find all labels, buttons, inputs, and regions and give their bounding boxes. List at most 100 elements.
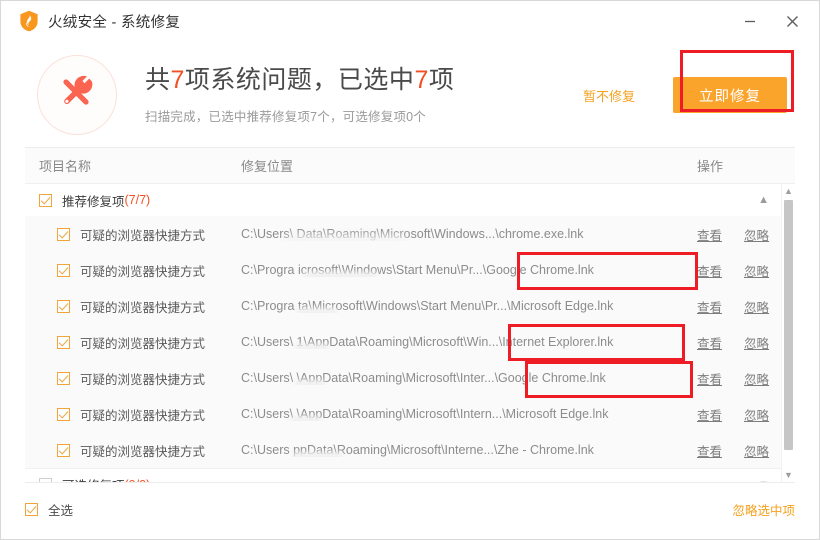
minimize-icon[interactable] <box>729 4 771 38</box>
select-all-label: 全选 <box>48 503 74 518</box>
row-path-text: C:\Users\ Data\Roaming\Microsoft\Windows… <box>241 227 584 241</box>
banner-text: 共7项系统问题，已选中7项 扫描完成，已选中推荐修复项7个，可选修复项0个 <box>145 65 583 124</box>
issues-list-panel: 项目名称 修复位置 操作 推荐修复项 (7/7) ▲ 可疑的浏览器快捷方式 C:\U… <box>25 147 795 483</box>
headline-middle: 项系统问题，已选中 <box>184 66 415 95</box>
row-name-cell: 可疑的浏览器快捷方式 <box>25 225 241 244</box>
row-path-text: C:\Users\ \AppData\Roaming\Microsoft\Int… <box>241 407 609 421</box>
view-link[interactable]: 查看 <box>697 297 722 316</box>
row-name-cell: 可疑的浏览器快捷方式 <box>25 369 241 388</box>
group-label-optional: 可选修复项 <box>62 475 125 482</box>
tools-wrench-screwdriver-icon <box>56 72 98 119</box>
row-path-text: C:\Users\ 1\AppData\Roaming\Microsoft\Wi… <box>241 335 614 349</box>
row-path-cell: C:\Users\ \AppData\Roaming\Microsoft\Int… <box>241 407 675 421</box>
view-link[interactable]: 查看 <box>697 333 722 352</box>
scroll-down-arrow-icon[interactable]: ▼ <box>782 468 795 482</box>
table-row[interactable]: 可疑的浏览器快捷方式 C:\Users\ \AppData\Roaming\Mic… <box>25 396 795 432</box>
table-row[interactable]: 可疑的浏览器快捷方式 C:\Users\ Data\Roaming\Microso… <box>25 216 795 252</box>
ignore-link[interactable]: 忽略 <box>744 297 769 316</box>
row-path-text: C:\Users\ \AppData\Roaming\Microsoft\Int… <box>241 371 606 385</box>
issues-rows: 可疑的浏览器快捷方式 C:\Users\ Data\Roaming\Microso… <box>25 216 795 468</box>
row-item-name: 可疑的浏览器快捷方式 <box>80 444 206 459</box>
row-checkbox[interactable] <box>57 443 70 457</box>
table-header-row: 项目名称 修复位置 操作 <box>25 148 795 184</box>
group-row-recommended[interactable]: 推荐修复项 (7/7) ▲ <box>25 184 795 216</box>
ignore-link[interactable]: 忽略 <box>744 369 769 388</box>
column-header-path: 修复位置 <box>241 159 294 174</box>
group-checkbox-optional[interactable] <box>39 478 52 482</box>
group-count-recommended: (7/7) <box>124 193 151 207</box>
page-title: 共7项系统问题，已选中7项 <box>145 65 583 96</box>
window-controls <box>729 1 813 41</box>
select-all-control[interactable]: 全选 <box>25 500 73 519</box>
row-path-text: C:\Progra icrosoft\Windows\Start Menu\Pr… <box>241 263 594 277</box>
chevron-up-icon[interactable]: ▲ <box>758 194 769 206</box>
view-link[interactable]: 查看 <box>697 225 722 244</box>
row-action-cell: 查看 忽略 <box>675 297 795 316</box>
group-row-optional[interactable]: 可选修复项(0/0) ▼ <box>25 468 795 482</box>
close-icon[interactable] <box>771 4 813 38</box>
group-label-recommended: 推荐修复项 <box>62 194 125 209</box>
row-action-cell: 查看 忽略 <box>675 333 795 352</box>
scroll-up-arrow-icon[interactable]: ▲ <box>782 184 795 198</box>
ignore-link[interactable]: 忽略 <box>744 441 769 460</box>
status-circle <box>37 55 117 135</box>
issues-scroll-area: 推荐修复项 (7/7) ▲ 可疑的浏览器快捷方式 C:\Users\ Data\Ro… <box>25 184 795 482</box>
chevron-down-icon[interactable]: ▼ <box>758 479 769 483</box>
row-path-text: C:\Users ppData\Roaming\Microsoft\Intern… <box>241 443 594 457</box>
row-name-cell: 可疑的浏览器快捷方式 <box>25 441 241 460</box>
fix-later-link[interactable]: 暂不修复 <box>583 86 635 105</box>
row-checkbox[interactable] <box>57 263 70 277</box>
row-checkbox[interactable] <box>57 227 70 241</box>
select-all-checkbox[interactable] <box>25 502 38 516</box>
row-item-name: 可疑的浏览器快捷方式 <box>80 228 206 243</box>
table-row[interactable]: 可疑的浏览器快捷方式 C:\Users ppData\Roaming\Micros… <box>25 432 795 468</box>
row-path-cell: C:\Progra icrosoft\Windows\Start Menu\Pr… <box>241 263 675 277</box>
table-row[interactable]: 可疑的浏览器快捷方式 C:\Progra ta\Microsoft\Windows… <box>25 288 795 324</box>
row-checkbox[interactable] <box>57 299 70 313</box>
row-action-cell: 查看 忽略 <box>675 369 795 388</box>
scrollbar-track[interactable] <box>782 198 795 468</box>
title-bar: 火绒安全 - 系统修复 <box>1 1 819 41</box>
group-checkbox-recommended[interactable] <box>39 193 52 207</box>
row-item-name: 可疑的浏览器快捷方式 <box>80 408 206 423</box>
fix-now-wrapper: 立即修复 <box>673 77 787 113</box>
row-action-cell: 查看 忽略 <box>675 261 795 280</box>
scrollbar-thumb[interactable] <box>784 200 793 450</box>
view-link[interactable]: 查看 <box>697 369 722 388</box>
ignore-link[interactable]: 忽略 <box>744 225 769 244</box>
row-checkbox[interactable] <box>57 335 70 349</box>
row-item-name: 可疑的浏览器快捷方式 <box>80 336 206 351</box>
ignore-link[interactable]: 忽略 <box>744 261 769 280</box>
banner-actions: 暂不修复 立即修复 <box>583 77 787 113</box>
headline-suffix: 项 <box>428 66 455 95</box>
headline-selected-count: 7 <box>414 66 429 95</box>
huorong-shield-logo-icon <box>19 10 39 32</box>
table-row[interactable]: 可疑的浏览器快捷方式 C:\Users\ 1\AppData\Roaming\Mi… <box>25 324 795 360</box>
row-item-name: 可疑的浏览器快捷方式 <box>80 372 206 387</box>
row-path-text: C:\Progra ta\Microsoft\Windows\Start Men… <box>241 299 614 313</box>
row-checkbox[interactable] <box>57 407 70 421</box>
row-path-cell: C:\Users ppData\Roaming\Microsoft\Intern… <box>241 443 675 457</box>
headline-prefix: 共 <box>145 66 171 95</box>
row-path-cell: C:\Users\ 1\AppData\Roaming\Microsoft\Wi… <box>241 335 675 349</box>
row-path-cell: C:\Users\ Data\Roaming\Microsoft\Windows… <box>241 227 675 241</box>
view-link[interactable]: 查看 <box>697 261 722 280</box>
row-path-cell: C:\Progra ta\Microsoft\Windows\Start Men… <box>241 299 675 313</box>
view-link[interactable]: 查看 <box>697 441 722 460</box>
table-row[interactable]: 可疑的浏览器快捷方式 C:\Users\ \AppData\Roaming\Mic… <box>25 360 795 396</box>
table-row[interactable]: 可疑的浏览器快捷方式 C:\Progra icrosoft\Windows\Sta… <box>25 252 795 288</box>
scan-summary-text: 扫描完成，已选中推荐修复项7个，可选修复项0个 <box>145 109 427 124</box>
app-window: 火绒安全 - 系统修复 共7项系统问题，已选中7项 扫描完成，已选中推荐修复项7… <box>0 0 820 540</box>
ignore-link[interactable]: 忽略 <box>744 405 769 424</box>
column-header-name: 项目名称 <box>39 159 92 174</box>
ignore-selected-link[interactable]: 忽略选中项 <box>732 500 795 519</box>
view-link[interactable]: 查看 <box>697 405 722 424</box>
row-name-cell: 可疑的浏览器快捷方式 <box>25 333 241 352</box>
row-name-cell: 可疑的浏览器快捷方式 <box>25 405 241 424</box>
row-checkbox[interactable] <box>57 371 70 385</box>
ignore-link[interactable]: 忽略 <box>744 333 769 352</box>
column-header-action: 操作 <box>697 159 724 174</box>
fix-now-button[interactable]: 立即修复 <box>673 77 787 113</box>
row-action-cell: 查看 忽略 <box>675 405 795 424</box>
vertical-scrollbar[interactable]: ▲ ▼ <box>781 184 795 482</box>
